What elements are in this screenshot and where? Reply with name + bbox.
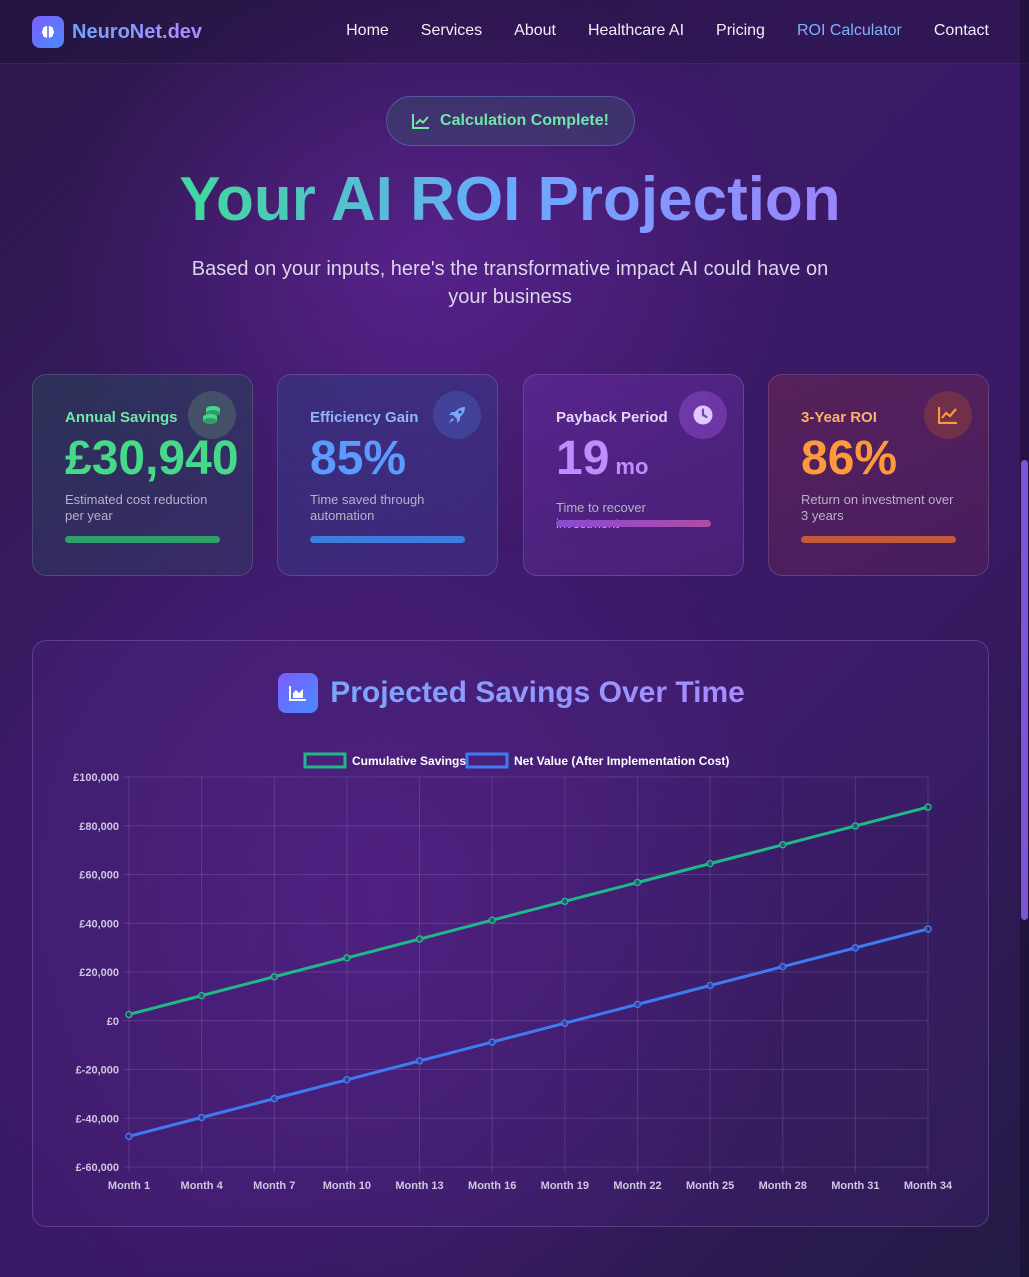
data-point <box>851 944 860 952</box>
card-description: Estimated cost reduction per year <box>65 492 208 523</box>
x-tick-label: Month 34 <box>904 1180 953 1192</box>
x-tick-label: Month 28 <box>759 1180 807 1192</box>
y-tick-label: £-20,000 <box>76 1065 119 1077</box>
data-point <box>706 859 714 868</box>
series-line <box>128 927 929 1138</box>
annual-savings-card: Annual Savings £30,940 Estimated cost re… <box>32 374 253 576</box>
nav-link-pricing[interactable]: Pricing <box>716 22 765 40</box>
data-point <box>778 962 787 971</box>
legend-label: Net Value (After Implementation Cost) <box>514 754 729 768</box>
data-point <box>415 935 424 943</box>
clock-icon <box>679 391 727 439</box>
nav-link-services[interactable]: Services <box>421 22 482 40</box>
legend-label: Cumulative Savings <box>352 754 466 768</box>
y-tick-label: £40,000 <box>79 918 119 930</box>
y-tick-label: £-40,000 <box>76 1113 119 1125</box>
coins-icon <box>188 391 236 439</box>
x-tick-label: Month 22 <box>613 1180 661 1192</box>
data-point <box>125 1132 133 1141</box>
page-title: Your AI ROI Projection <box>0 160 1020 240</box>
x-tick-label: Month 7 <box>253 1180 295 1192</box>
y-tick-label: £20,000 <box>79 967 119 979</box>
card-accent-bar <box>65 536 220 543</box>
data-point <box>270 973 279 981</box>
card-description: Time to recover investment <box>556 500 646 531</box>
data-point <box>343 954 351 962</box>
chart-line-icon <box>924 391 972 439</box>
x-tick-label: Month 4 <box>181 1180 224 1192</box>
scrollbar-thumb[interactable] <box>1021 460 1028 920</box>
card-value: 85% <box>310 432 407 485</box>
calculation-complete-badge: Calculation Complete! <box>386 96 635 146</box>
card-accent-bar <box>556 520 711 527</box>
savings-chart-panel: Projected Savings Over Time £100,000 £80,… <box>32 640 989 1227</box>
data-point <box>197 1113 206 1122</box>
navbar: NeuroNet.dev Home Services About Healthc… <box>0 0 1029 64</box>
x-tick-label: Month 19 <box>541 1180 589 1192</box>
brand-name: NeuroNet.dev <box>72 20 203 43</box>
x-tick-label: Month 13 <box>395 1180 443 1192</box>
series-line <box>128 805 929 1016</box>
savings-line-chart: £100,000 £80,000 £60,000 £40,000 £20,000 £0 £-… <box>73 752 953 1192</box>
data-point <box>125 1010 133 1019</box>
brand-logo[interactable]: NeuroNet.dev <box>32 16 202 48</box>
card-value: 19 mo <box>556 432 649 485</box>
nav-link-home[interactable]: Home <box>346 22 389 40</box>
y-tick-label: £100,000 <box>73 772 119 784</box>
data-point <box>851 822 860 830</box>
card-value: 86% <box>801 432 898 485</box>
card-description: Return on investment over 3 years <box>801 492 954 523</box>
three-year-roi-card: 3-Year ROI 86% Return on investment over… <box>768 374 989 576</box>
data-point <box>270 1094 279 1103</box>
legend-swatch <box>465 752 509 769</box>
card-value: £30,940 <box>65 432 239 485</box>
data-point <box>924 925 932 933</box>
x-tick-label: Month 16 <box>468 1180 516 1192</box>
data-point <box>924 803 932 811</box>
legend-swatch <box>303 752 347 769</box>
card-description: Time saved through automation <box>310 492 425 523</box>
nav-links: Home Services About Healthcare AI Pricin… <box>314 22 989 40</box>
data-point <box>197 991 206 1000</box>
card-value-unit: mo <box>615 454 649 479</box>
x-tick-label: Month 31 <box>831 1180 879 1192</box>
y-tick-label: £0 <box>107 1016 119 1028</box>
brain-icon <box>32 16 64 48</box>
y-tick-label: £60,000 <box>79 870 119 882</box>
data-point <box>633 1000 642 1009</box>
data-point <box>343 1076 351 1084</box>
chart-line-icon <box>412 114 430 129</box>
x-tick-label: Month 1 <box>108 1180 150 1192</box>
card-accent-bar <box>310 536 465 543</box>
data-point <box>488 1038 496 1046</box>
nav-link-contact[interactable]: Contact <box>934 22 989 40</box>
data-point <box>488 916 496 924</box>
data-point <box>561 897 569 906</box>
data-point <box>706 981 714 990</box>
nav-link-healthcare-ai[interactable]: Healthcare AI <box>588 22 684 40</box>
data-point <box>633 878 642 887</box>
page-subtitle: Based on your inputs, here's the transfo… <box>191 258 829 308</box>
x-tick-label: Month 25 <box>686 1180 734 1192</box>
x-tick-label: Month 10 <box>323 1180 371 1192</box>
nav-link-about[interactable]: About <box>514 22 556 40</box>
data-point <box>778 841 787 849</box>
nav-link-roi-calculator[interactable]: ROI Calculator <box>797 22 902 40</box>
payback-period-card: Payback Period 19mo Time to recover inve… <box>523 374 744 576</box>
y-tick-label: £80,000 <box>79 821 119 833</box>
page-scrollbar[interactable] <box>1020 0 1029 1277</box>
rocket-icon <box>433 391 481 439</box>
data-point <box>561 1019 569 1027</box>
card-accent-bar <box>801 536 956 543</box>
data-point <box>415 1057 424 1065</box>
badge-label: Calculation Complete! <box>440 112 609 129</box>
efficiency-gain-card: Efficiency Gain 85% Time saved through a… <box>277 374 498 576</box>
y-tick-label: £-60,000 <box>76 1162 119 1174</box>
